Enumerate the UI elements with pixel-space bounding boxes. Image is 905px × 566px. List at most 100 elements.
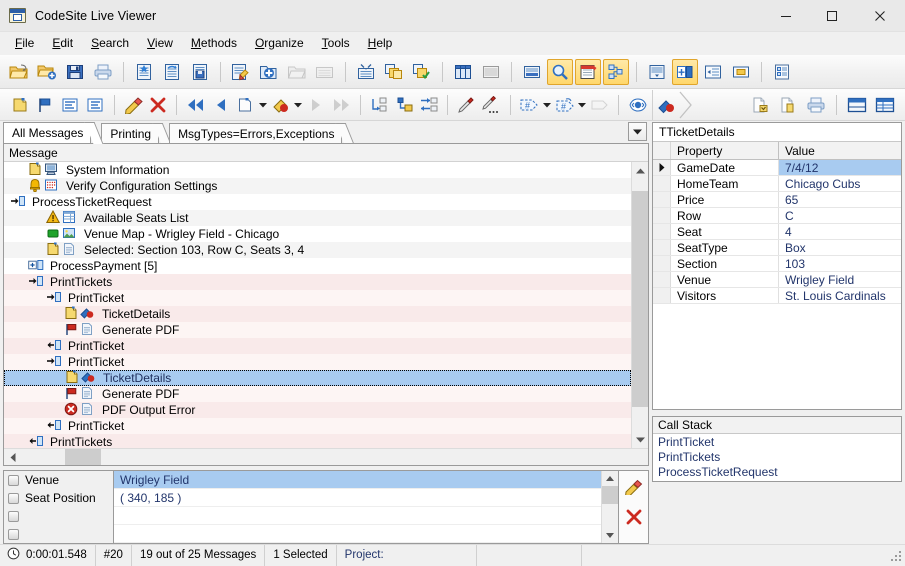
- inspector-row[interactable]: Row C: [653, 208, 901, 224]
- clipboard-new-icon[interactable]: [131, 59, 157, 85]
- maximize-button[interactable]: [809, 0, 855, 31]
- scroll-track[interactable]: [632, 179, 648, 431]
- clipboard-save-icon[interactable]: [187, 59, 213, 85]
- inspector-row[interactable]: GameDate 7/4/12: [653, 160, 901, 176]
- tag-add-icon[interactable]: #: [553, 92, 576, 118]
- list-view-icon[interactable]: [478, 59, 504, 85]
- open-folder-icon[interactable]: [6, 59, 32, 85]
- goto-child-icon[interactable]: [367, 92, 390, 118]
- watch-value-row[interactable]: [114, 507, 601, 525]
- menu-view[interactable]: View: [138, 34, 182, 52]
- call-stack-frames[interactable]: PrintTicket PrintTickets ProcessTicketRequ…: [653, 434, 901, 479]
- inspector-property-value[interactable]: Box: [779, 240, 901, 255]
- menu-search[interactable]: Search: [82, 34, 138, 52]
- blank-tag-icon[interactable]: [588, 92, 611, 118]
- inspector-row[interactable]: Venue Wrigley Field: [653, 272, 901, 288]
- watch-value-row[interactable]: [114, 525, 601, 543]
- goto-sibling-icon[interactable]: [417, 92, 440, 118]
- open-folder-add-icon[interactable]: [34, 59, 60, 85]
- hscroll-track[interactable]: [21, 449, 648, 465]
- grid-view-icon[interactable]: [872, 92, 898, 118]
- marker-icon[interactable]: [455, 92, 478, 118]
- message-detail-icon[interactable]: [644, 59, 670, 85]
- message-row[interactable]: Selected: Section 103, Row C, Seats 3, 4: [4, 242, 631, 258]
- inspector-property-value[interactable]: 65: [779, 192, 901, 207]
- tag-add-dropdown-icon[interactable]: [577, 92, 587, 118]
- watch-checkbox[interactable]: [8, 528, 19, 540]
- check-messages-icon[interactable]: [409, 59, 435, 85]
- watch-icon[interactable]: [626, 92, 649, 118]
- clear-list-icon[interactable]: [84, 92, 107, 118]
- scroll-up-button[interactable]: [632, 162, 648, 179]
- tab-list-dropdown[interactable]: [628, 122, 647, 141]
- message-row[interactable]: PrintTickets: [4, 274, 631, 290]
- message-row[interactable]: Generate PDF: [4, 386, 631, 402]
- inspector-panel-icon[interactable]: [672, 58, 698, 85]
- copy-to-file-icon[interactable]: [747, 92, 773, 118]
- window-panel-icon[interactable]: [728, 59, 754, 85]
- inspector-property-header[interactable]: Property: [671, 142, 779, 159]
- watch-values-column[interactable]: Wrigley Field ( 340, 185 ): [114, 471, 601, 543]
- message-row[interactable]: PrintTickets: [4, 434, 631, 448]
- call-stack-icon[interactable]: [603, 58, 629, 85]
- tab-printing[interactable]: Printing: [101, 123, 172, 144]
- message-row[interactable]: ProcessPayment [5]: [4, 258, 631, 274]
- call-stack-frame[interactable]: ProcessTicketRequest: [653, 464, 901, 479]
- message-column-header[interactable]: Message: [4, 144, 648, 162]
- message-vertical-scrollbar[interactable]: [631, 162, 648, 448]
- watch-scrollbar[interactable]: [601, 471, 618, 543]
- print-icon[interactable]: [90, 59, 116, 85]
- tag-icon[interactable]: #: [518, 92, 541, 118]
- watch-name-row[interactable]: [4, 525, 113, 543]
- clipboard-refresh-icon[interactable]: [159, 59, 185, 85]
- message-row[interactable]: PrintTicket: [4, 338, 631, 354]
- copy-messages-icon[interactable]: [381, 59, 407, 85]
- inspector-row[interactable]: Visitors St. Louis Cardinals: [653, 288, 901, 304]
- watch-names-column[interactable]: Venue Seat Position: [4, 471, 114, 543]
- delete-red-x-icon[interactable]: [625, 508, 643, 529]
- hscroll-thumb[interactable]: [65, 449, 101, 465]
- inspector-property-value[interactable]: 7/4/12: [779, 160, 901, 175]
- message-row[interactable]: Verify Configuration Settings: [4, 178, 631, 194]
- inspector-property-value[interactable]: Wrigley Field: [779, 272, 901, 287]
- print-icon[interactable]: [803, 92, 829, 118]
- call-stack-frame[interactable]: PrintTickets: [653, 449, 901, 464]
- tab-all-messages[interactable]: All Messages: [3, 122, 104, 144]
- goto-parent-icon[interactable]: [392, 92, 415, 118]
- inspector-property-value[interactable]: 103: [779, 256, 901, 271]
- watch-name-row[interactable]: Venue: [4, 471, 113, 489]
- message-row-selected[interactable]: TicketDetails: [4, 370, 631, 386]
- menu-tools[interactable]: Tools: [313, 34, 359, 52]
- delete-icon[interactable]: [146, 92, 169, 118]
- eraser-icon[interactable]: [624, 477, 644, 498]
- message-row[interactable]: Generate PDF: [4, 322, 631, 338]
- watch-name-row[interactable]: Seat Position: [4, 489, 113, 507]
- indent-panel-icon[interactable]: [700, 59, 726, 85]
- tab-msgtypes[interactable]: MsgTypes=Errors,Exceptions: [169, 123, 355, 144]
- flag-icon[interactable]: [34, 92, 57, 118]
- note-icon[interactable]: [9, 92, 32, 118]
- next-message-icon[interactable]: [305, 92, 328, 118]
- save-icon[interactable]: [62, 59, 88, 85]
- copy-page-icon[interactable]: [775, 92, 801, 118]
- columns-view-icon[interactable]: [450, 59, 476, 85]
- scroll-down-button[interactable]: [632, 431, 648, 448]
- bookmark-jump-dropdown-icon[interactable]: [293, 92, 303, 118]
- checkmarks-list-icon[interactable]: [59, 92, 82, 118]
- message-row[interactable]: PrintTicket: [4, 354, 631, 370]
- collapse-all-icon[interactable]: [353, 59, 379, 85]
- split-view-icon[interactable]: [844, 92, 870, 118]
- folder-open-gray-icon[interactable]: [284, 59, 310, 85]
- previous-message-icon[interactable]: [209, 92, 232, 118]
- menu-help[interactable]: Help: [359, 34, 402, 52]
- tag-dropdown-icon[interactable]: [542, 92, 552, 118]
- inspector-row[interactable]: Price 65: [653, 192, 901, 208]
- message-row[interactable]: PrintTicket: [4, 418, 631, 434]
- inspector-property-value[interactable]: Chicago Cubs: [779, 176, 901, 191]
- inspector-property-value[interactable]: C: [779, 208, 901, 223]
- search-icon[interactable]: [547, 58, 573, 85]
- watch-checkbox[interactable]: [8, 492, 19, 504]
- marker-options-icon[interactable]: [480, 92, 503, 118]
- properties-list-icon[interactable]: [769, 59, 795, 85]
- bookmark-jump-icon[interactable]: [269, 92, 292, 118]
